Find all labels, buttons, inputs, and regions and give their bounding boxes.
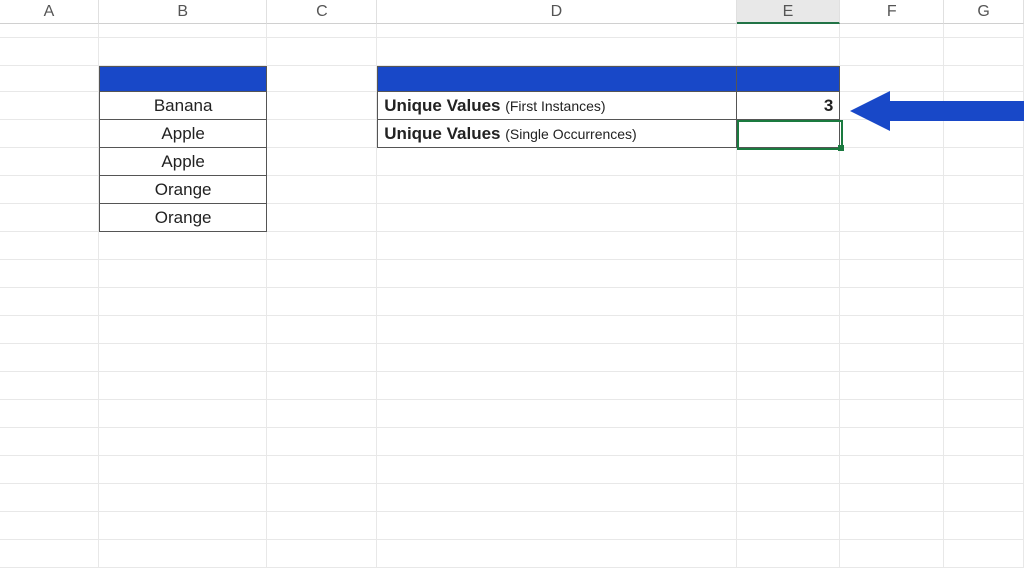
label-bold: Unique Values — [384, 96, 505, 115]
row-2 — [0, 38, 1024, 66]
cell-F6[interactable] — [840, 148, 944, 176]
cell-B2[interactable] — [99, 38, 268, 66]
cell-A7[interactable] — [0, 176, 99, 204]
cell-D2[interactable] — [377, 38, 736, 66]
cell-E8[interactable] — [737, 204, 841, 232]
label-bold: Unique Values — [384, 124, 505, 143]
summary-row1-label[interactable]: Unique Values (First Instances) — [377, 92, 736, 120]
cell-F7[interactable] — [840, 176, 944, 204]
col-header-E[interactable]: E — [737, 0, 841, 24]
cell-A4[interactable] — [0, 92, 99, 120]
cells-area: Banana Unique Values (First Instances) 3… — [0, 24, 1024, 568]
row-6: Apple — [0, 148, 1024, 176]
row-14 — [0, 372, 1024, 400]
cell-B1[interactable] — [99, 24, 268, 38]
cell-D1[interactable] — [377, 24, 736, 38]
cell-G5[interactable] — [944, 120, 1024, 148]
row-11 — [0, 288, 1024, 316]
col-header-G[interactable]: G — [944, 0, 1024, 24]
cell-F4[interactable] — [840, 92, 944, 120]
cell-G2[interactable] — [944, 38, 1024, 66]
cell-E7[interactable] — [737, 176, 841, 204]
cell-C5[interactable] — [267, 120, 377, 148]
cell-A3[interactable] — [0, 66, 99, 92]
row-8: Orange — [0, 204, 1024, 232]
cell-C7[interactable] — [267, 176, 377, 204]
summary-row2-value[interactable] — [737, 120, 841, 148]
cell-E1[interactable] — [737, 24, 841, 38]
cell-D6[interactable] — [377, 148, 736, 176]
cell-G1[interactable] — [944, 24, 1024, 38]
cell-G7[interactable] — [944, 176, 1024, 204]
label-small: (Single Occurrences) — [505, 126, 637, 142]
row-15 — [0, 400, 1024, 428]
col-header-B[interactable]: B — [99, 0, 268, 24]
cell-C8[interactable] — [267, 204, 377, 232]
cell-A1[interactable] — [0, 24, 99, 38]
list-item[interactable]: Apple — [99, 120, 268, 148]
list-item[interactable]: Apple — [99, 148, 268, 176]
row-12 — [0, 316, 1024, 344]
cell-A2[interactable] — [0, 38, 99, 66]
col-header-D[interactable]: D — [377, 0, 736, 24]
label-small: (First Instances) — [505, 98, 605, 114]
cell-C3[interactable] — [267, 66, 377, 92]
cell-E6[interactable] — [737, 148, 841, 176]
cell-C4[interactable] — [267, 92, 377, 120]
cell-E2[interactable] — [737, 38, 841, 66]
cell-C1[interactable] — [267, 24, 377, 38]
cell-C2[interactable] — [267, 38, 377, 66]
cell-G8[interactable] — [944, 204, 1024, 232]
row-16 — [0, 428, 1024, 456]
cell-A6[interactable] — [0, 148, 99, 176]
row-4: Banana Unique Values (First Instances) 3 — [0, 92, 1024, 120]
row-20 — [0, 540, 1024, 568]
spreadsheet-grid[interactable]: A B C D E F G — [0, 0, 1024, 576]
cell-G6[interactable] — [944, 148, 1024, 176]
cell-G4[interactable] — [944, 92, 1024, 120]
cell-A5[interactable] — [0, 120, 99, 148]
row-10 — [0, 260, 1024, 288]
cell-D7[interactable] — [377, 176, 736, 204]
list-item[interactable]: Banana — [99, 92, 268, 120]
cell-F5[interactable] — [840, 120, 944, 148]
cell-F3[interactable] — [840, 66, 944, 92]
summary-row1-value[interactable]: 3 — [737, 92, 841, 120]
row-5: Apple Unique Values (Single Occurrences) — [0, 120, 1024, 148]
summary-row2-label[interactable]: Unique Values (Single Occurrences) — [377, 120, 736, 148]
cell-C6[interactable] — [267, 148, 377, 176]
cell-F1[interactable] — [840, 24, 944, 38]
column-headers: A B C D E F G — [0, 0, 1024, 24]
col-header-F[interactable]: F — [840, 0, 944, 24]
summary-header-D[interactable] — [377, 66, 736, 92]
cell-G3[interactable] — [944, 66, 1024, 92]
row-19 — [0, 512, 1024, 540]
row-1 — [0, 24, 1024, 38]
cell-F2[interactable] — [840, 38, 944, 66]
row-18 — [0, 484, 1024, 512]
row-13 — [0, 344, 1024, 372]
summary-header-E[interactable] — [737, 66, 841, 92]
cell-D8[interactable] — [377, 204, 736, 232]
col-header-A[interactable]: A — [0, 0, 99, 24]
cell-A8[interactable] — [0, 204, 99, 232]
col-header-C[interactable]: C — [267, 0, 377, 24]
list-item[interactable]: Orange — [99, 204, 268, 232]
cell-F8[interactable] — [840, 204, 944, 232]
row-3 — [0, 66, 1024, 92]
list-header[interactable] — [99, 66, 268, 92]
list-item[interactable]: Orange — [99, 176, 268, 204]
row-9 — [0, 232, 1024, 260]
row-7: Orange — [0, 176, 1024, 204]
row-17 — [0, 456, 1024, 484]
